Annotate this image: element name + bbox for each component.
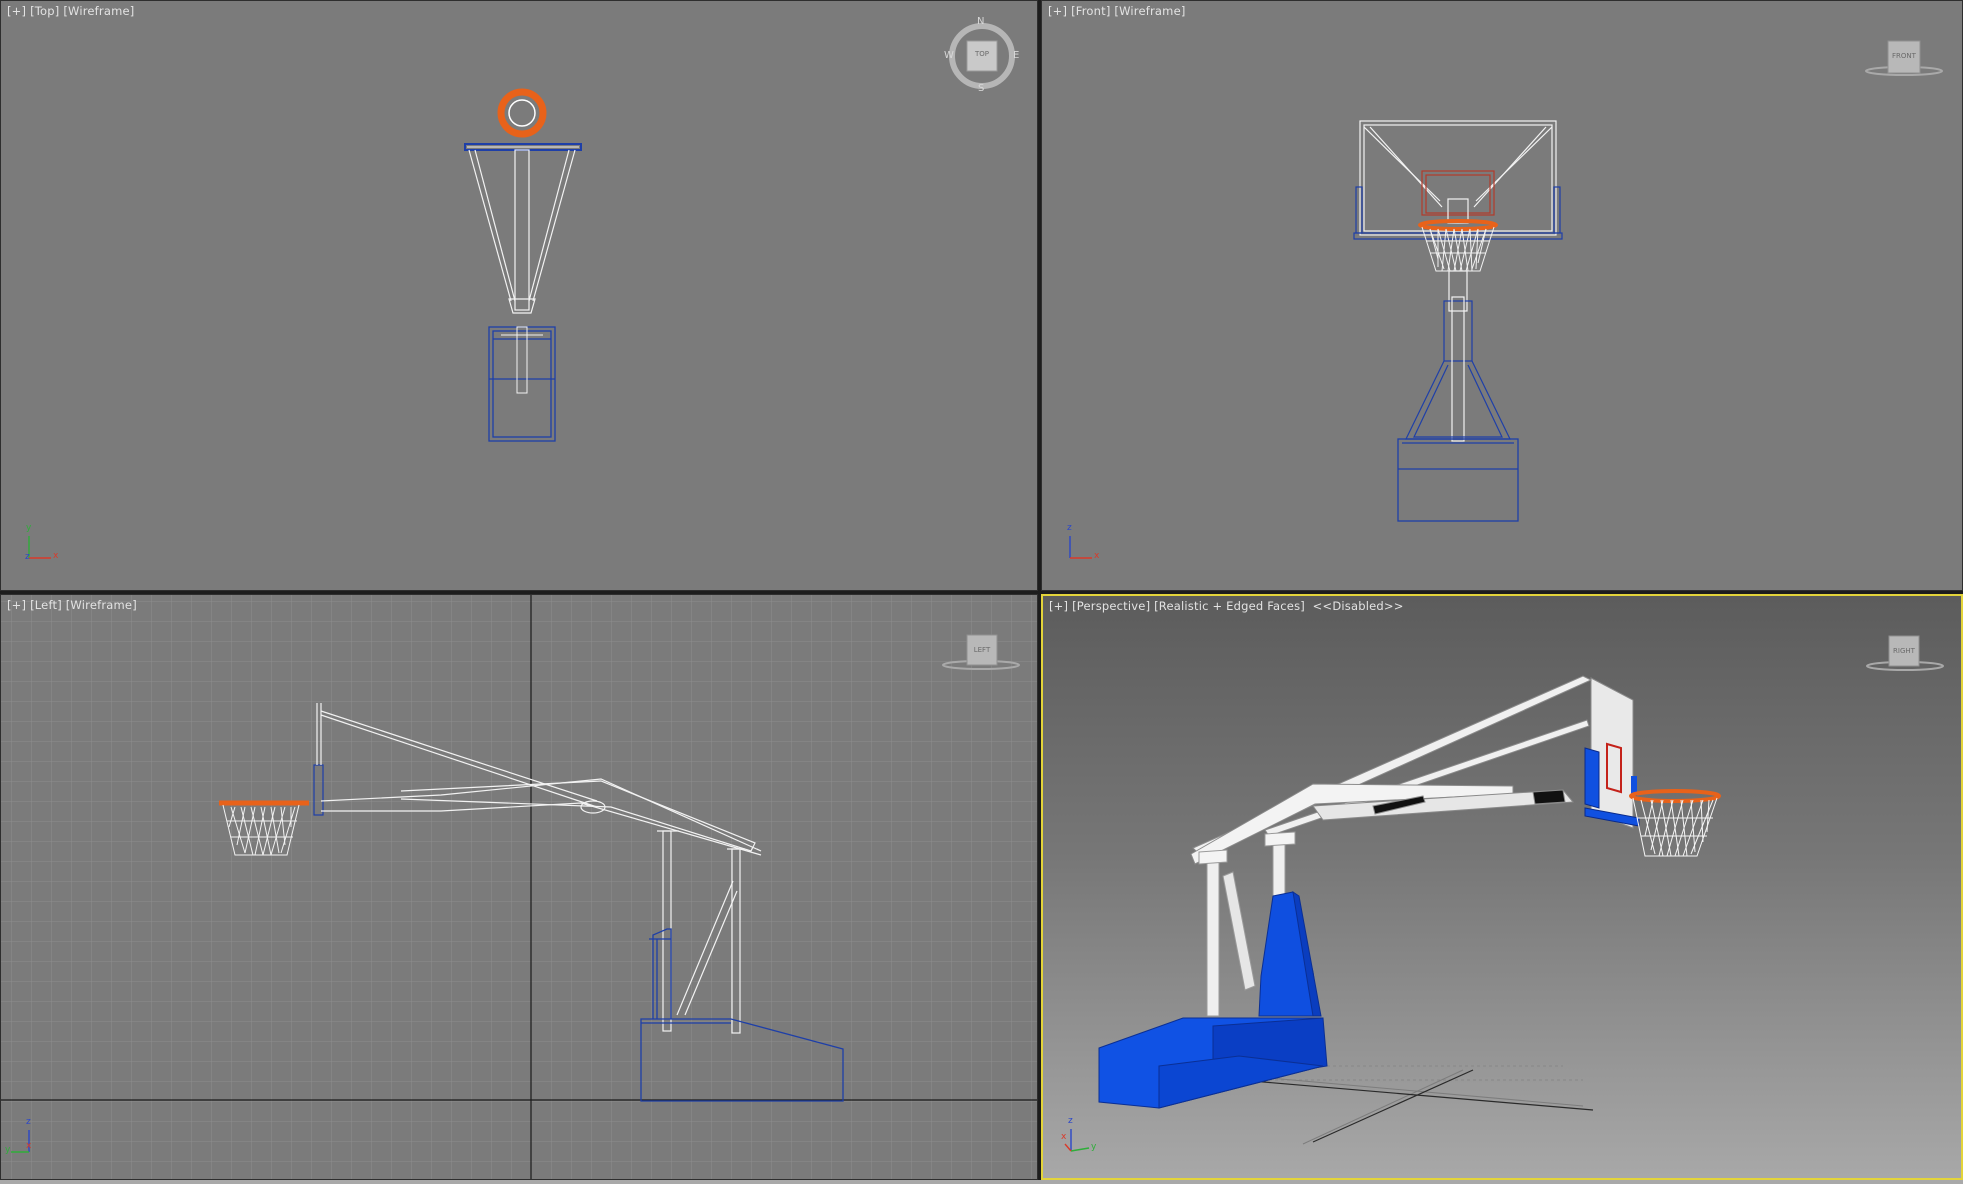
- disabled-indicator[interactable]: <<Disabled>>: [1313, 599, 1404, 613]
- viewcube-face-label[interactable]: TOP: [967, 50, 997, 58]
- viewcube-face-label[interactable]: FRONT: [1888, 52, 1920, 60]
- net-perspective: [1632, 797, 1718, 857]
- axis-label-x: x: [53, 551, 59, 561]
- viewport-menu-button[interactable]: [+]: [7, 4, 26, 18]
- hoop-rim-front: [1418, 219, 1498, 231]
- base-top: [488, 326, 556, 442]
- top-view-scene: [28, 23, 1015, 559]
- axis-label-y: y: [5, 1145, 11, 1155]
- boom-perspective: [1190, 675, 1593, 865]
- axis-tripod-front: [1069, 536, 1092, 559]
- hoop-rim-top: [497, 88, 547, 138]
- axis-label-z: z: [26, 1117, 31, 1127]
- axis-label-z: z: [1067, 523, 1072, 533]
- grid: [1, 595, 1037, 1179]
- viewport-top-label[interactable]: [+] [Top] [Wireframe]: [7, 4, 134, 18]
- axis-label-x: x: [26, 1141, 32, 1151]
- boom-arms-top: [468, 149, 576, 314]
- net-front: [1421, 226, 1495, 272]
- viewcube-face-label[interactable]: LEFT: [967, 646, 997, 654]
- viewport-perspective[interactable]: [+] [Perspective] [Realistic + Edged Fac…: [1041, 594, 1963, 1180]
- viewport-perspective-label[interactable]: [+] [Perspective] [Realistic + Edged Fac…: [1049, 599, 1404, 613]
- compass-south-label: S: [978, 83, 985, 94]
- view-type-label[interactable]: [Left]: [30, 598, 62, 612]
- left-view-scene: [1, 595, 1037, 1179]
- shading-mode-label[interactable]: [Wireframe]: [1114, 4, 1185, 18]
- viewport-left[interactable]: [+] [Left] [Wireframe] LEFT z x y: [0, 594, 1038, 1180]
- pole-front: [1405, 270, 1511, 442]
- base-front: [1397, 438, 1519, 522]
- axis-label-z: z: [1068, 1116, 1073, 1126]
- viewport-menu-button[interactable]: [+]: [1048, 4, 1067, 18]
- axis-label-y: y: [1091, 1142, 1097, 1152]
- axis-tripod-perspective: [1064, 1129, 1090, 1152]
- axis-label-y: y: [26, 523, 32, 533]
- view-type-label[interactable]: [Top]: [30, 4, 59, 18]
- view-type-label[interactable]: [Perspective]: [1072, 599, 1150, 613]
- shading-mode-label[interactable]: [Realistic + Edged Faces]: [1154, 599, 1305, 613]
- shading-mode-label[interactable]: [Wireframe]: [66, 598, 137, 612]
- status-bar-edge: [0, 1180, 1963, 1184]
- hoop-rim-perspective: [1629, 789, 1721, 803]
- perspective-scene: [1064, 635, 1944, 1152]
- viewport-menu-button[interactable]: [+]: [7, 598, 26, 612]
- viewport-left-label[interactable]: [+] [Left] [Wireframe]: [7, 598, 137, 612]
- shading-mode-label[interactable]: [Wireframe]: [63, 4, 134, 18]
- compass-west-label: W: [944, 50, 954, 61]
- viewcube-face-label[interactable]: RIGHT: [1889, 647, 1919, 655]
- axis-label-x: x: [1094, 551, 1100, 561]
- viewport-front[interactable]: [+] [Front] [Wireframe] FRONT z x: [1041, 0, 1963, 591]
- backboard-perspective: [1584, 677, 1640, 829]
- front-view-scene: [1069, 40, 1943, 559]
- compass-east-label: E: [1013, 50, 1020, 61]
- axis-label-z: z: [25, 552, 30, 562]
- view-type-label[interactable]: [Front]: [1071, 4, 1110, 18]
- axis-tripod-top: [28, 536, 51, 559]
- viewport-top[interactable]: [+] [Top] [Wireframe] TOP N S E W y x z: [0, 0, 1038, 591]
- compass-north-label: N: [977, 16, 985, 27]
- axis-label-x: x: [1061, 1132, 1067, 1142]
- viewport-front-label[interactable]: [+] [Front] [Wireframe]: [1048, 4, 1186, 18]
- viewport-menu-button[interactable]: [+]: [1049, 599, 1068, 613]
